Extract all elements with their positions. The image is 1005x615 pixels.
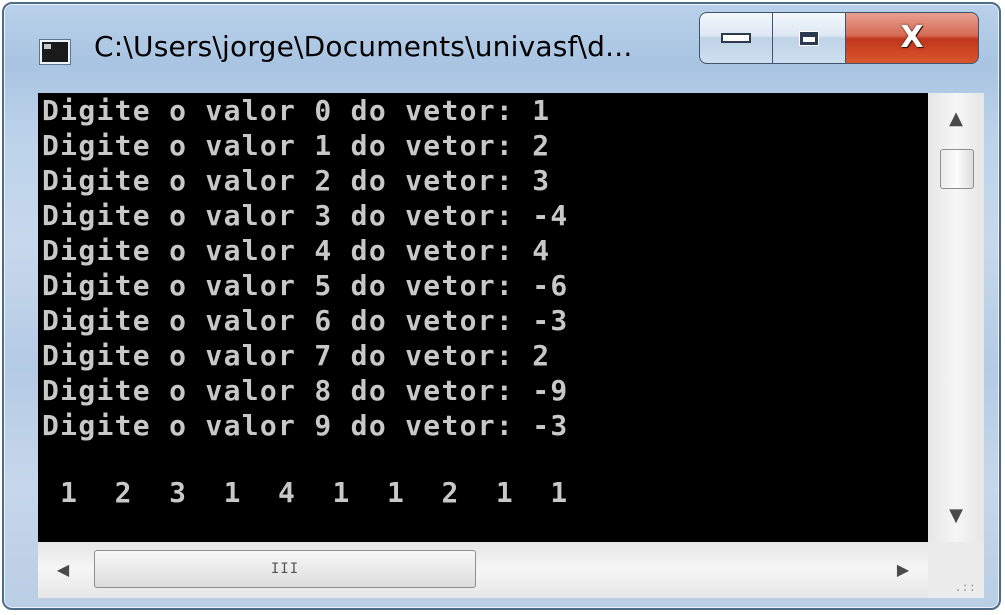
scroll-right-arrow-icon[interactable]: ▶ [878,542,928,598]
console-line: Digite o valor 1 do vetor: 2 [42,129,551,162]
console-line: Digite o valor 6 do vetor: -3 [42,304,569,337]
resize-grip-icon: .:: [954,580,976,594]
console-line: Digite o valor 2 do vetor: 3 [42,164,551,197]
minimize-icon [721,33,751,43]
maximize-button[interactable] [772,12,846,64]
console-line: Digite o valor 0 do vetor: 1 [42,94,551,127]
scroll-down-arrow-icon[interactable]: ▼ [928,490,984,542]
console-line: Digite o valor 4 do vetor: 4 [42,234,551,267]
console-line: Digite o valor 9 do vetor: -3 [42,409,569,442]
minimize-button[interactable] [699,12,773,64]
horizontal-scrollbar[interactable]: ◀ III ▶ [38,542,928,598]
console-app-icon[interactable] [40,40,70,64]
console-line: Digite o valor 3 do vetor: -4 [42,199,569,232]
window-title: C:\Users\jorge\Documents\univasf\d... [94,30,633,63]
console-result-line: 1 2 3 1 4 1 1 2 1 1 [42,476,569,509]
close-icon: X [900,20,924,55]
console-output[interactable]: Digite o valor 0 do vetor: 1 Digite o va… [38,93,928,542]
thumb-grip-icon: III [270,561,300,577]
maximize-icon [799,30,819,46]
console-line: Digite o valor 8 do vetor: -9 [42,374,569,407]
console-line: Digite o valor 7 do vetor: 2 [42,339,551,372]
scroll-up-arrow-icon[interactable]: ▲ [928,93,984,145]
vertical-scroll-thumb[interactable] [940,149,974,189]
scroll-left-arrow-icon[interactable]: ◀ [38,542,88,598]
close-button[interactable]: X [845,12,979,64]
horizontal-scroll-thumb[interactable]: III [94,550,476,588]
size-grip[interactable]: .:: [928,542,984,598]
console-line: Digite o valor 5 do vetor: -6 [42,269,569,302]
vertical-scrollbar[interactable]: ▲ ▼ [928,93,984,542]
